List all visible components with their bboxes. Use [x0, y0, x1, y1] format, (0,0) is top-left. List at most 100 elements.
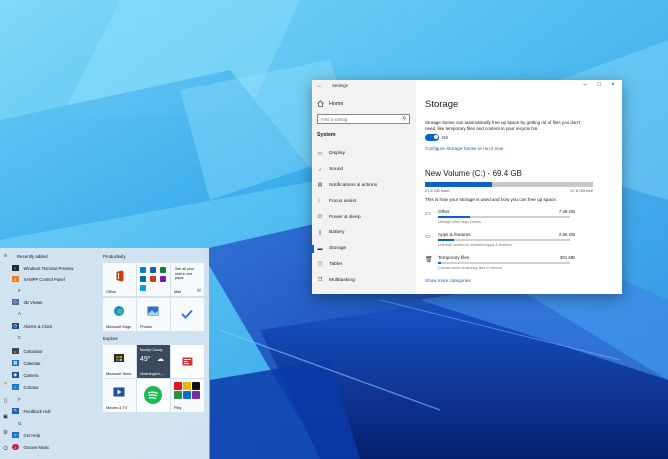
tiktok-icon — [192, 382, 200, 390]
cortana-icon: ○ — [12, 383, 19, 391]
app-feedback-hub[interactable]: ✎ Feedback Hub — [12, 406, 51, 416]
tile-office-apps[interactable] — [137, 263, 170, 296]
nav-item-battery[interactable]: ▯ Battery — [312, 225, 416, 241]
power-icon: ⏻ — [318, 214, 322, 221]
app-get-help[interactable]: ? Get Help — [12, 430, 40, 440]
skype-icon — [140, 285, 146, 291]
productivity-group-heading: Productivity — [103, 254, 126, 259]
category-name: Apps & features — [438, 232, 471, 237]
spotify-icon — [144, 386, 162, 404]
nav-item-sound[interactable]: ♪ Sound — [312, 162, 416, 178]
category-bar-fill — [438, 216, 470, 219]
documents-icon[interactable]: ▯ — [2, 398, 9, 404]
category-bar-fill — [438, 262, 441, 265]
category-subtext: Uninstall unused or undesired apps & fea… — [438, 242, 512, 247]
app-calendar[interactable]: ▦ Calendar — [12, 358, 41, 368]
tile-label: Microsoft Edge — [106, 325, 132, 329]
show-more-categories-link[interactable]: Show more categories — [425, 278, 471, 283]
notifications-icon: ▤ — [317, 182, 323, 189]
nav-item-power-sleep[interactable]: ⏻ Power & sleep — [312, 209, 416, 225]
tile-play[interactable]: Play — [171, 379, 204, 412]
letter-heading[interactable]: G — [18, 421, 21, 426]
tile-photos[interactable]: Photos — [137, 298, 170, 331]
app-cortana[interactable]: ○ Cortana — [12, 382, 38, 392]
app-groove-music[interactable]: ♪ Groove Music — [12, 442, 49, 452]
nav-item-notifications[interactable]: ▤ Notifications & actions — [312, 178, 416, 194]
settings-search-input[interactable] — [318, 115, 398, 123]
nav-item-storage[interactable]: ▬ Storage — [312, 241, 416, 257]
nav-label: Display — [329, 151, 346, 157]
music-icon: ♪ — [12, 443, 19, 451]
user-icon[interactable]: ● — [2, 381, 9, 387]
storage-usage-info: This is how your storage is used and how… — [425, 197, 558, 202]
storage-sense-toggle[interactable] — [425, 134, 439, 141]
app-name: Windows Terminal Preview — [23, 265, 74, 271]
app-alarms-clock[interactable]: ◷ Alarms & Clock — [12, 321, 52, 331]
tile-mail[interactable]: See all your mail in one place Mail ✉ — [171, 263, 204, 296]
nav-label: Multitasking — [329, 277, 355, 283]
nav-label: Battery — [329, 230, 345, 236]
settings-window: ← Settings – □ × Home ⚲ System ▭ Display… — [312, 80, 622, 294]
configure-storage-sense-link[interactable]: Configure Storage Sense or run it now — [425, 146, 503, 151]
battery-icon: ▯ — [318, 229, 322, 236]
letter-heading[interactable]: # — [18, 288, 20, 293]
letter-heading[interactable]: C — [18, 335, 21, 340]
nav-item-tablet[interactable]: ▢ Tablet — [312, 257, 416, 273]
home-nav-item[interactable]: Home — [317, 100, 343, 107]
home-icon — [317, 100, 324, 107]
onenote-icon — [160, 276, 166, 282]
category-name: Temporary files — [438, 255, 470, 260]
calendar-icon: ▦ — [12, 359, 19, 367]
nav-label: Sound — [329, 167, 344, 173]
clock-icon: ◷ — [12, 322, 19, 330]
xampp-icon: x — [12, 275, 19, 283]
category-temporary-files[interactable]: 🗑 Temporary files 301 MB Choose which te… — [425, 255, 575, 275]
mail-tile-text: See all your mail in one place — [175, 267, 194, 280]
back-arrow-icon[interactable]: ← — [317, 83, 323, 89]
tile-weather[interactable]: Mostly Cloudy 49° ☁ Washington,... — [137, 345, 170, 378]
app-windows-terminal[interactable]: › Windows Terminal Preview — [12, 263, 73, 273]
app-xampp[interactable]: x XAMPP Control Panel — [12, 274, 65, 284]
checkmark-icon — [181, 309, 193, 319]
letter-heading[interactable]: A — [18, 311, 21, 316]
app-name: XAMPP Control Panel — [23, 276, 65, 282]
hamburger-icon[interactable]: ≡ — [2, 253, 9, 259]
feedback-icon: ✎ — [12, 407, 19, 415]
nav-item-multitasking[interactable]: ❐ Multitasking — [312, 272, 416, 288]
settings-gear-icon[interactable]: ⚙ — [2, 430, 9, 436]
power-button-icon[interactable]: ⏻ — [2, 446, 9, 453]
category-other[interactable]: ▭ Other 7.49 GB Manage other large folde… — [425, 209, 575, 229]
window-title: Settings — [332, 83, 348, 88]
category-size: 301 MB — [559, 255, 575, 260]
app-camera[interactable]: ◉ Camera — [12, 370, 38, 380]
tile-label: Movies & TV — [106, 406, 128, 410]
nav-label: Tablet — [329, 261, 343, 267]
nav-item-focus-assist[interactable]: ☾ Focus assist — [312, 193, 416, 209]
toggle-state-label: On — [442, 135, 449, 140]
nav-label: Notifications & actions — [329, 182, 378, 188]
word-icon — [150, 267, 156, 273]
weather-condition: Mostly Cloudy — [140, 348, 163, 352]
cube-icon: ◇ — [12, 298, 19, 306]
tile-office[interactable]: Office — [103, 263, 136, 296]
category-apps-features[interactable]: ▭ Apps & features 2.85 GB Uninstall unus… — [425, 232, 575, 252]
home-label: Home — [329, 100, 344, 107]
explore-group-heading: Explore — [103, 336, 118, 341]
pictures-icon[interactable]: ▣ — [2, 414, 9, 420]
tile-label: Mail — [174, 290, 181, 294]
nav-item-display[interactable]: ▭ Display — [312, 146, 416, 162]
app-calculator[interactable]: = Calculator — [12, 346, 42, 356]
volume-usage-fill — [425, 182, 493, 187]
settings-search-box[interactable]: ⚲ — [317, 114, 410, 124]
game-icon — [183, 391, 191, 399]
tile-movies-tv[interactable]: Movies & TV — [103, 379, 136, 412]
tile-microsoft-store[interactable]: Microsoft Store — [103, 345, 136, 378]
tile-news[interactable] — [171, 345, 204, 378]
storage-sense-description: Storage Sense can automatically free up … — [425, 120, 580, 131]
tile-spotify[interactable] — [137, 379, 170, 412]
letter-heading[interactable]: F — [18, 397, 21, 402]
tile-todo[interactable] — [171, 298, 204, 331]
app-3d-viewer[interactable]: ◇ 3D Viewer — [12, 297, 43, 307]
tablet-icon: ▢ — [317, 261, 323, 268]
tile-microsoft-edge[interactable]: Microsoft Edge — [103, 298, 136, 331]
